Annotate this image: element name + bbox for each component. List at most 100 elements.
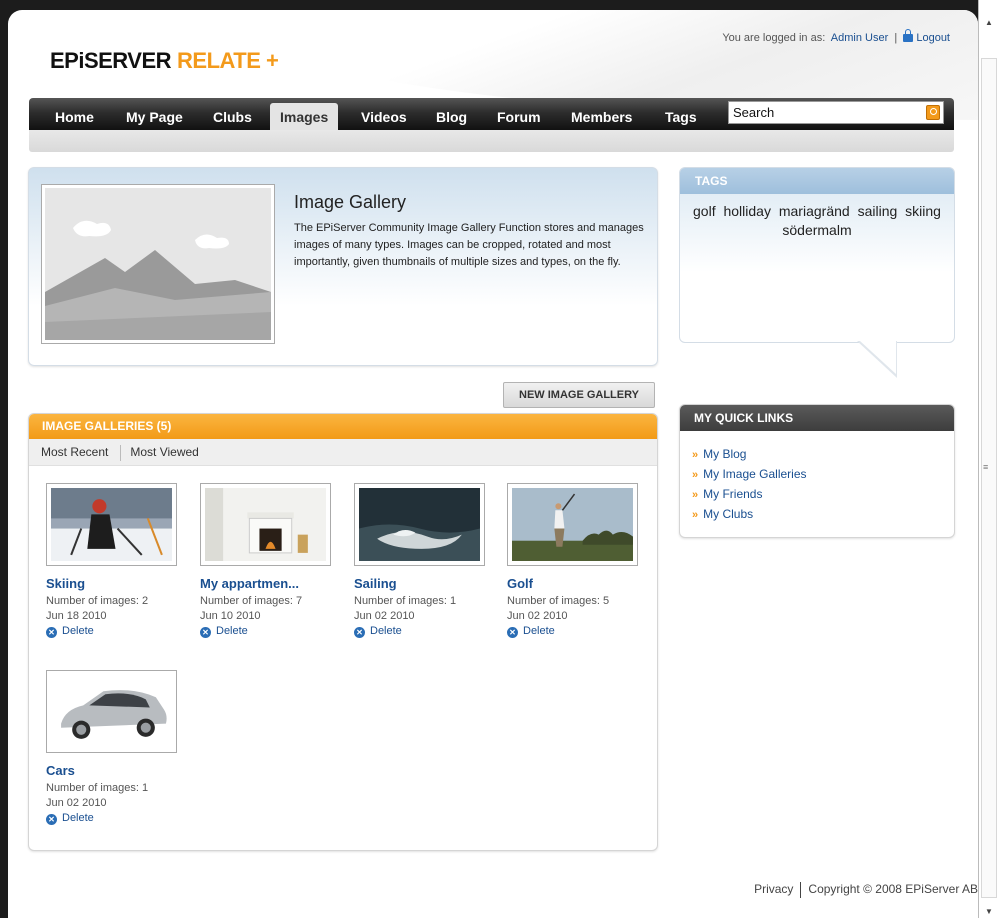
car-photo-icon: [51, 675, 172, 748]
tag-link[interactable]: skiing: [905, 203, 941, 219]
vertical-scrollbar[interactable]: ▲ ≡ ▼: [978, 0, 999, 918]
nav-home[interactable]: Home: [55, 98, 94, 130]
delete-label: Delete: [370, 625, 402, 637]
gallery-date: Jun 10 2010: [200, 610, 261, 622]
scroll-up-icon[interactable]: ▲: [985, 18, 993, 27]
new-image-gallery-button[interactable]: NEW IMAGE GALLERY: [503, 382, 655, 408]
delete-link[interactable]: ✕ Delete: [46, 625, 186, 638]
search-input[interactable]: [729, 102, 919, 122]
delete-icon: ✕: [200, 627, 211, 638]
gallery-count: Number of images: 2: [46, 595, 149, 607]
delete-icon: ✕: [354, 627, 365, 638]
delete-link[interactable]: ✕ Delete: [507, 625, 647, 638]
gallery-name[interactable]: My appartmen...: [200, 576, 340, 591]
gallery-name[interactable]: Sailing: [354, 576, 494, 591]
landscape-icon: [45, 188, 271, 340]
galleries-tabs: Most Recent Most Viewed: [29, 439, 657, 466]
tag-link[interactable]: golf: [693, 203, 716, 219]
sailing-photo-icon: [359, 488, 480, 561]
delete-label: Delete: [216, 625, 248, 637]
gallery-thumbnail[interactable]: [354, 483, 485, 566]
tag-link[interactable]: mariagränd: [779, 203, 850, 219]
image-galleries-panel: IMAGE GALLERIES (5) Most Recent Most View…: [28, 413, 658, 851]
tag-link[interactable]: sailing: [858, 203, 898, 219]
quick-link-label: My Clubs: [703, 507, 754, 521]
search-box: [728, 101, 944, 124]
gallery-card: Golf Number of images: 5 Jun 02 2010 ✕ De…: [507, 483, 647, 638]
gallery-count: Number of images: 1: [46, 782, 149, 794]
nav-tags[interactable]: Tags: [665, 98, 697, 130]
tag-link[interactable]: holliday: [723, 203, 770, 219]
delete-icon: ✕: [46, 627, 57, 638]
logout-link[interactable]: Logout: [916, 32, 950, 44]
galleries-header: IMAGE GALLERIES (5): [29, 414, 657, 439]
gallery-thumbnail[interactable]: [507, 483, 638, 566]
sub-nav-bar: [29, 130, 954, 152]
gallery-thumbnail[interactable]: [200, 483, 331, 566]
nav-my-page[interactable]: My Page: [126, 98, 183, 130]
nav-clubs[interactable]: Clubs: [213, 98, 252, 130]
login-prefix: You are logged in as:: [722, 32, 826, 44]
quick-link-my-blog[interactable]: » My Blog: [692, 445, 954, 465]
delete-label: Delete: [62, 812, 94, 824]
gallery-name[interactable]: Cars: [46, 763, 186, 778]
nav-members[interactable]: Members: [571, 98, 632, 130]
gallery-date: Jun 18 2010: [46, 610, 107, 622]
delete-link[interactable]: ✕ Delete: [46, 812, 186, 825]
nav-forum[interactable]: Forum: [497, 98, 541, 130]
footer-divider: [800, 882, 802, 898]
site-logo[interactable]: EPiSERVER RELATE +: [50, 48, 279, 74]
delete-label: Delete: [523, 625, 555, 637]
tags-panel: TAGS golf holliday mariagränd sailing sk…: [679, 167, 955, 343]
user-link[interactable]: Admin User: [831, 32, 888, 44]
delete-icon: ✕: [507, 627, 518, 638]
gallery-thumbnail[interactable]: [46, 483, 177, 566]
search-icon[interactable]: [926, 105, 940, 120]
chevron-right-icon: »: [692, 469, 699, 481]
gallery-card: Cars Number of images: 1 Jun 02 2010 ✕ De…: [46, 670, 186, 825]
intro-title: Image Gallery: [294, 192, 407, 212]
logo-part-1: EPiSERVER: [50, 48, 172, 73]
gallery-name[interactable]: Golf: [507, 576, 647, 591]
delete-link[interactable]: ✕ Delete: [354, 625, 494, 638]
gallery-count: Number of images: 5: [507, 595, 610, 607]
copyright-text: Copyright © 2008 EPiServer AB: [808, 882, 978, 897]
fireplace-photo-icon: [205, 488, 326, 561]
gallery-intro: Image Gallery The EPiServer Community Im…: [28, 167, 658, 366]
delete-link[interactable]: ✕ Delete: [200, 625, 340, 638]
scroll-down-icon[interactable]: ▼: [985, 907, 993, 916]
nav-images[interactable]: Images: [270, 103, 339, 130]
scroll-grip-icon[interactable]: ≡: [983, 462, 988, 472]
nav-videos[interactable]: Videos: [361, 98, 407, 130]
quick-link-my-image-galleries[interactable]: » My Image Galleries: [692, 465, 954, 485]
tab-most-viewed[interactable]: Most Viewed: [130, 445, 198, 459]
lock-icon: [903, 29, 914, 42]
gallery-date: Jun 02 2010: [354, 610, 415, 622]
intro-text: The EPiServer Community Image Gallery Fu…: [294, 222, 644, 268]
scrollbar-track[interactable]: [981, 58, 997, 898]
nav-blog[interactable]: Blog: [436, 98, 467, 130]
gallery-count: Number of images: 1: [354, 595, 457, 607]
gallery-card: My appartmen... Number of images: 7 Jun …: [200, 483, 340, 638]
gallery-date: Jun 02 2010: [46, 797, 107, 809]
golf-photo-icon: [512, 488, 633, 561]
tags-header: TAGS: [680, 168, 954, 194]
gallery-thumbnail[interactable]: [46, 670, 177, 753]
quick-links-header: MY QUICK LINKS: [680, 405, 954, 431]
quick-links-panel: MY QUICK LINKS » My Blog » My Image Galler…: [679, 404, 955, 538]
quick-link-my-friends[interactable]: » My Friends: [692, 485, 954, 505]
quick-link-my-clubs[interactable]: » My Clubs: [692, 505, 954, 525]
footer: Privacy Copyright © 2008 EPiServer AB: [754, 882, 978, 898]
tab-divider: [120, 444, 122, 461]
login-status: You are logged in as: Admin User | Logou…: [722, 29, 950, 44]
placeholder-image: [41, 184, 275, 344]
quick-link-label: My Image Galleries: [703, 467, 807, 481]
logo-part-2: RELATE +: [177, 48, 279, 73]
tag-link[interactable]: södermalm: [782, 222, 851, 238]
privacy-link[interactable]: Privacy: [754, 882, 793, 896]
quick-link-label: My Friends: [703, 487, 763, 501]
gallery-card: Skiing Number of images: 2 Jun 18 2010 ✕…: [46, 483, 186, 638]
tab-most-recent[interactable]: Most Recent: [41, 445, 108, 459]
main-nav: Home My Page Clubs Images Videos Blog Fo…: [29, 98, 954, 130]
gallery-name[interactable]: Skiing: [46, 576, 186, 591]
